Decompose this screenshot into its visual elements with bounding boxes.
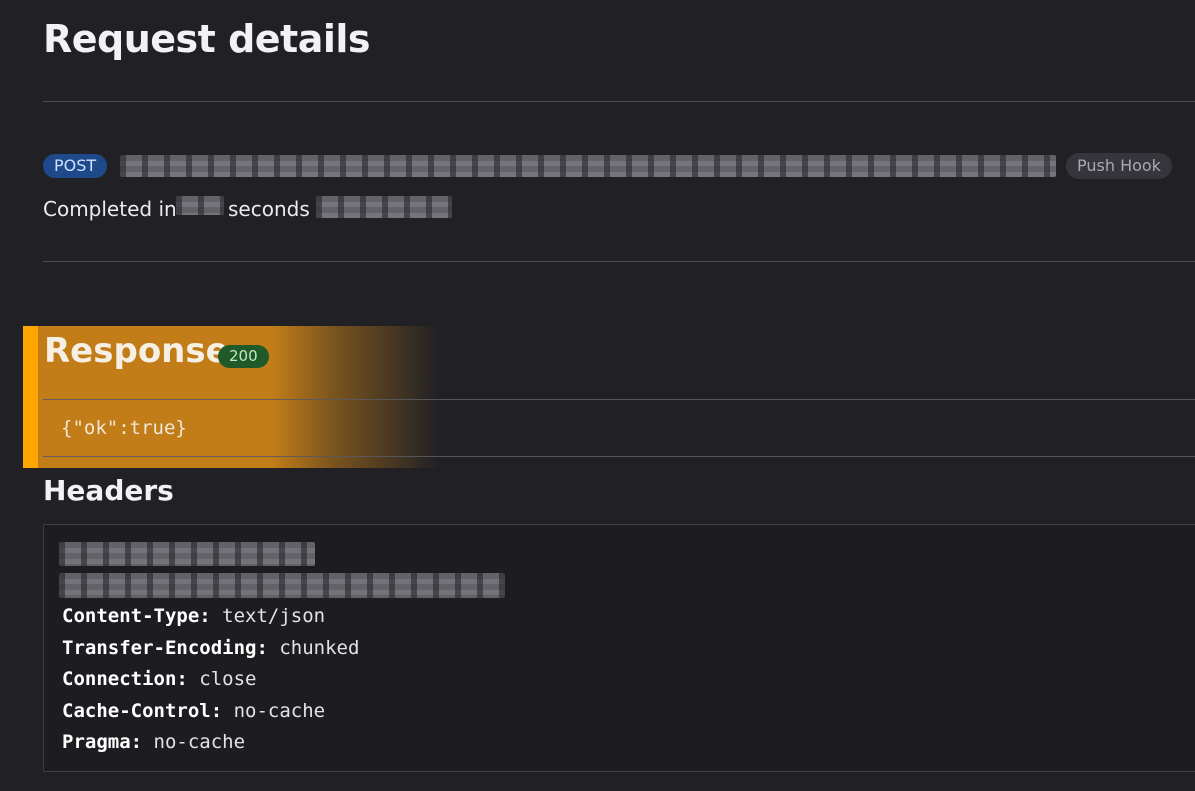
status-code-badge: 200 <box>218 345 269 368</box>
response-highlight-bar <box>23 326 38 468</box>
redacted-request-url <box>120 155 1056 177</box>
hook-type-badge: Push Hook <box>1066 153 1172 179</box>
header-key: Transfer-Encoding: <box>62 637 268 659</box>
header-key: Content-Type: <box>62 605 211 627</box>
header-line: Cache-Control: no-cache <box>62 698 325 724</box>
completed-prefix: Completed in <box>43 197 177 221</box>
redacted-header-line <box>59 573 505 598</box>
page-title: Request details <box>43 17 371 61</box>
header-value: close <box>199 668 257 690</box>
header-line: Transfer-Encoding: chunked <box>62 635 359 661</box>
redacted-timestamp <box>316 196 452 218</box>
response-body: {"ok":true} <box>61 417 187 439</box>
header-line: Connection: close <box>62 666 257 692</box>
redacted-header-line <box>59 542 315 566</box>
headers-title: Headers <box>43 474 174 507</box>
header-line: Content-Type: text/json <box>62 603 325 629</box>
header-key: Connection: <box>62 668 188 690</box>
divider <box>43 101 1195 102</box>
method-badge: POST <box>43 154 108 178</box>
response-body-box: {"ok":true} <box>43 399 1195 457</box>
header-key: Pragma: <box>62 731 143 753</box>
completed-suffix: seconds <box>228 197 310 221</box>
header-value: no-cache <box>233 700 326 722</box>
redacted-duration <box>176 196 224 215</box>
header-value: no-cache <box>153 731 246 753</box>
header-key: Cache-Control: <box>62 700 223 722</box>
header-value: text/json <box>222 605 326 627</box>
divider <box>43 261 1195 262</box>
header-value: chunked <box>279 637 360 659</box>
header-line: Pragma: no-cache <box>62 729 245 755</box>
headers-box: Content-Type: text/json Transfer-Encodin… <box>43 524 1195 772</box>
response-title: Response <box>44 331 229 371</box>
request-summary: POST Push Hook <box>43 153 1195 179</box>
